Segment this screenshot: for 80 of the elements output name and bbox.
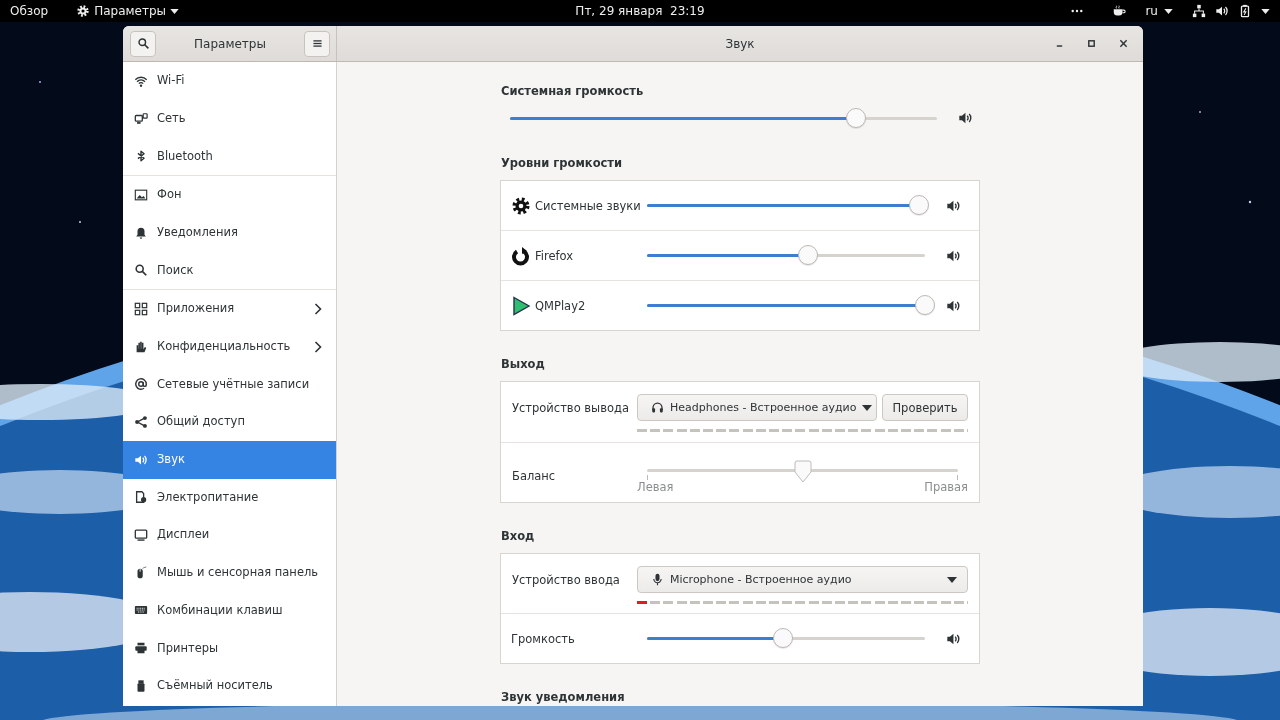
sidebar-item[interactable]: Принтеры — [123, 629, 336, 667]
search-button[interactable] — [130, 30, 156, 57]
section-heading: Уровни громкости — [501, 156, 624, 170]
network-icon[interactable] — [1192, 4, 1206, 18]
caret-icon[interactable] — [1261, 8, 1270, 14]
slider-thumb[interactable] — [792, 459, 813, 484]
hand-icon — [134, 339, 148, 354]
gear-icon — [511, 195, 531, 216]
sidebar-item[interactable]: Мышь и сенсорная панель — [123, 553, 336, 592]
bell-icon — [134, 225, 148, 240]
slider-thumb[interactable] — [773, 628, 794, 648]
menu-icon — [310, 37, 324, 50]
play-icon — [511, 295, 531, 316]
sidebar-item[interactable]: Общий доступ — [123, 403, 336, 441]
more-icon[interactable] — [1071, 9, 1084, 13]
row-label: Устройство вывода — [512, 401, 630, 415]
clock-label[interactable]: Пт, 29 января 23:19 — [575, 4, 705, 18]
sidebar-item[interactable]: Дисплеи — [123, 516, 336, 554]
sidebar-item[interactable]: Электропитание — [123, 478, 336, 517]
caret-icon — [1164, 8, 1173, 14]
search-icon — [134, 263, 148, 278]
gear-icon — [76, 4, 91, 18]
microphone-icon — [651, 573, 664, 586]
at-sign-icon — [134, 377, 148, 392]
close-icon — [1118, 39, 1128, 48]
sidebar-item[interactable]: Wi-Fi — [123, 62, 336, 100]
scale-label: Правая — [924, 480, 968, 494]
sidebar-item[interactable]: Съёмный носитель — [123, 667, 336, 705]
menu-button[interactable] — [304, 30, 330, 57]
caret-icon — [862, 404, 873, 411]
sidebar-item[interactable]: Bluetooth — [123, 137, 336, 176]
display-icon — [134, 528, 148, 543]
window-title: Звук — [725, 36, 755, 51]
image-icon — [134, 187, 148, 202]
search-icon — [136, 37, 150, 50]
sidebar-item[interactable]: Сетевые учётные записи — [123, 365, 336, 404]
device-dropdown[interactable]: Microphone - Встроенное аудио — [637, 566, 968, 593]
slider-thumb[interactable] — [909, 195, 930, 215]
section-heading: Системная громкость — [501, 84, 645, 98]
row-label: Устройство ввода — [512, 573, 621, 587]
monitors-icon — [134, 111, 148, 126]
sidebar-item[interactable]: Приложения — [123, 290, 336, 328]
share-icon — [134, 415, 148, 430]
row-label: Громкость — [511, 631, 575, 646]
printer-icon — [134, 641, 148, 656]
app-name: QMPlay2 — [535, 298, 586, 313]
slider-thumb[interactable] — [845, 107, 866, 128]
sidebar-item[interactable]: Конфиденциальность — [123, 327, 336, 366]
speaker-icon[interactable] — [1215, 4, 1229, 18]
sidebar-item[interactable]: Звук — [123, 440, 336, 479]
activities-button[interactable]: Обзор — [10, 4, 49, 18]
sidebar-item[interactable]: Поиск — [123, 251, 336, 290]
grid-icon — [134, 301, 148, 316]
row-label: Баланс — [512, 469, 557, 483]
slider-thumb[interactable] — [798, 245, 819, 265]
sidebar-item[interactable]: Сеть — [123, 99, 336, 138]
headphones-icon — [651, 401, 664, 414]
speaker-icon[interactable] — [958, 111, 972, 125]
scale-label: Левая — [637, 480, 674, 494]
sidebar-item[interactable]: Фон — [123, 176, 336, 214]
test-button[interactable]: Проверить — [882, 394, 968, 421]
keyboard-layout-button[interactable]: ru — [1145, 4, 1173, 18]
chevron-icon — [314, 302, 322, 315]
device-dropdown[interactable]: Headphones - Встроенное аудио — [637, 394, 877, 421]
maximize-icon — [1086, 39, 1096, 48]
sidebar-item[interactable]: Уведомления — [123, 213, 336, 252]
coffee-cup-icon[interactable] — [1112, 4, 1127, 18]
section-heading: Вход — [501, 529, 536, 543]
section-heading: Выход — [501, 357, 546, 371]
slider-thumb[interactable] — [915, 295, 935, 315]
sidebar-title: Параметры — [194, 36, 266, 51]
sidebar-item[interactable]: Комбинации клавиш — [123, 591, 336, 630]
app-name: Firefox — [535, 248, 574, 263]
circular-arrow-icon — [511, 245, 531, 266]
app-name: Системные звуки — [535, 198, 641, 213]
caret-icon — [170, 8, 180, 14]
section-heading: Звук уведомления — [501, 690, 626, 704]
chevron-icon — [314, 340, 322, 353]
app-menu-button[interactable]: Параметры — [76, 4, 180, 18]
caret-icon — [947, 576, 957, 583]
